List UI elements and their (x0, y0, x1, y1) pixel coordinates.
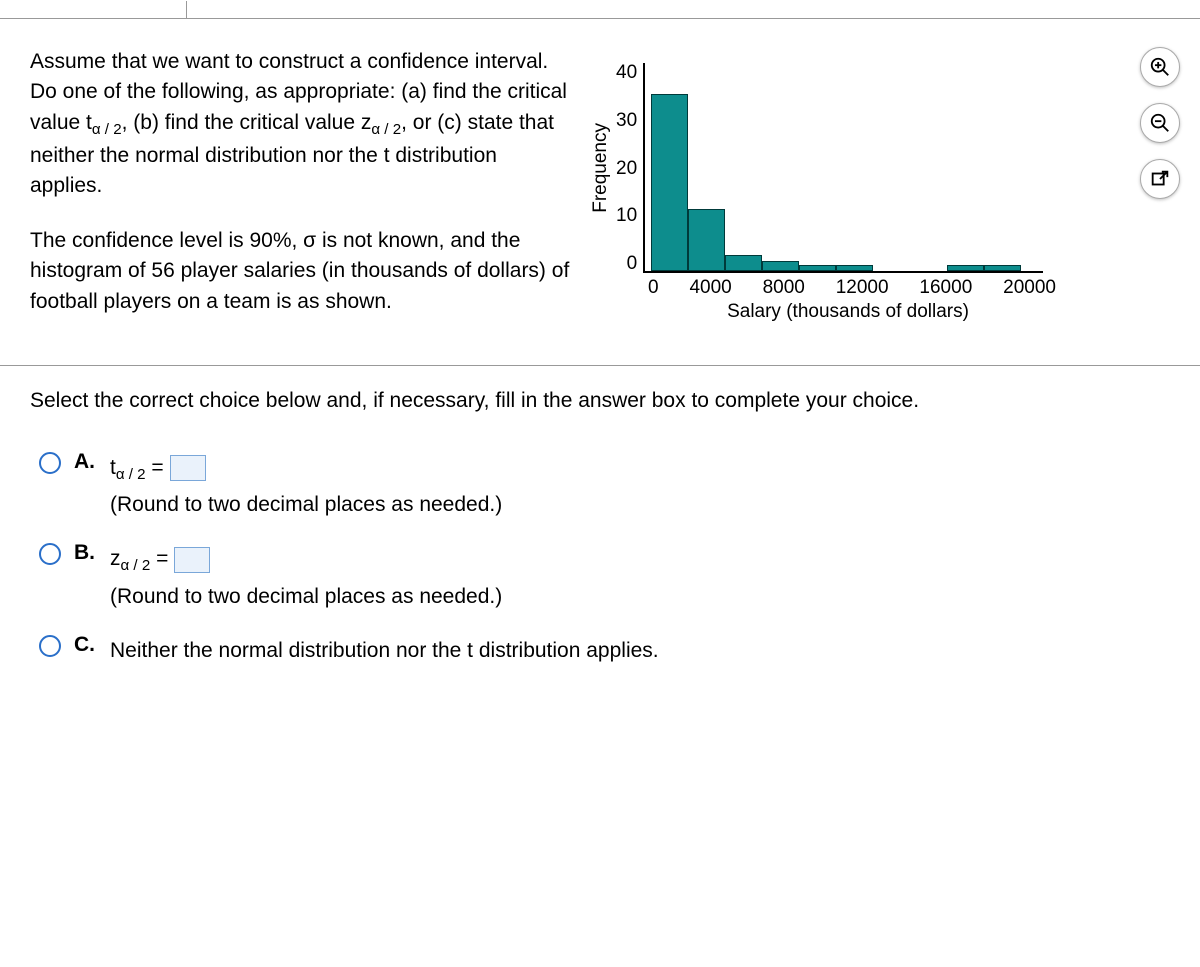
zoom-in-button[interactable] (1140, 47, 1180, 87)
x-axis-label: Salary (thousands of dollars) (648, 301, 1048, 323)
choice-b-suffix: = (150, 547, 174, 570)
choice-letter-a: A. (74, 450, 100, 474)
alpha-sub-2: α / 2 (371, 121, 401, 138)
histogram-bar (725, 255, 762, 271)
histogram-bar (836, 265, 873, 271)
choice-c: C. Neither the normal distribution nor t… (30, 633, 1170, 669)
popout-icon (1149, 168, 1171, 190)
histogram-plot-area (643, 63, 1043, 273)
choice-b: B. zα / 2 = (Round to two decimal places… (30, 541, 1170, 615)
ytick: 10 (616, 206, 637, 225)
problem-para2: The confidence level is 90%, σ is not kn… (30, 226, 570, 317)
xtick: 20000 (1003, 277, 1056, 299)
choice-letter-b: B. (74, 541, 100, 565)
y-axis-ticks: 40 30 20 10 0 (616, 63, 639, 273)
choice-a: A. tα / 2 = (Round to two decimal places… (30, 450, 1170, 524)
radio-a[interactable] (39, 452, 61, 474)
histogram-chart: Frequency 40 30 20 10 0 0 4000 8000 1200… (590, 47, 1170, 323)
histogram-bar (762, 261, 799, 271)
xtick: 16000 (919, 277, 972, 299)
alpha-sub-1: α / 2 (92, 121, 122, 138)
xtick: 4000 (689, 277, 731, 299)
xtick: 0 (648, 277, 659, 299)
choice-c-text: Neither the normal distribution nor the … (110, 639, 659, 662)
choice-b-prefix: z (110, 547, 121, 570)
x-axis-ticks: 0 4000 8000 12000 16000 20000 (648, 277, 1056, 299)
radio-c[interactable] (39, 635, 61, 657)
instruction-prompt: Select the correct choice below and, if … (30, 386, 1170, 415)
zoom-out-button[interactable] (1140, 103, 1180, 143)
ytick: 20 (616, 159, 637, 178)
ytick: 30 (616, 111, 637, 130)
histogram-bar (984, 265, 1021, 271)
histogram-bar (688, 209, 725, 271)
alpha-sub-b: α / 2 (121, 557, 151, 574)
ytick: 40 (616, 63, 637, 82)
histogram-bar (651, 94, 688, 271)
xtick: 12000 (836, 277, 889, 299)
popout-button[interactable] (1140, 159, 1180, 199)
zoom-in-icon (1149, 56, 1171, 78)
y-axis-label: Frequency (590, 103, 612, 233)
answer-input-a[interactable] (170, 455, 206, 481)
choice-a-hint: (Round to two decimal places as needed.) (110, 493, 502, 516)
choice-a-suffix: = (146, 456, 170, 479)
xtick: 8000 (763, 277, 805, 299)
choice-b-hint: (Round to two decimal places as needed.) (110, 585, 502, 608)
ytick: 0 (627, 254, 638, 273)
choice-letter-c: C. (74, 633, 100, 657)
answer-input-b[interactable] (174, 547, 210, 573)
radio-b[interactable] (39, 543, 61, 565)
problem-para1-b: , (b) find the critical value z (122, 111, 372, 134)
histogram-bar (799, 265, 836, 271)
problem-statement: Assume that we want to construct a confi… (30, 47, 570, 341)
alpha-sub-a: α / 2 (116, 466, 146, 483)
histogram-bar (947, 265, 984, 271)
zoom-out-icon (1149, 112, 1171, 134)
